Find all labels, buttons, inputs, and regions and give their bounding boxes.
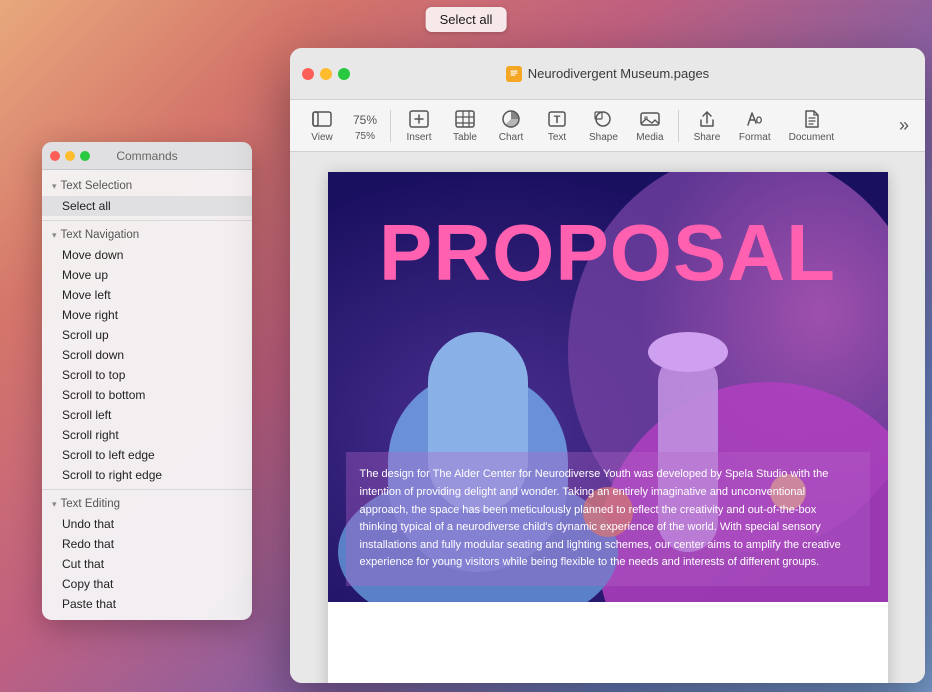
view-icon	[311, 108, 333, 130]
toolbar-zoom[interactable]: 75% 75%	[346, 105, 384, 146]
divider	[42, 489, 252, 490]
share-label: Share	[694, 132, 721, 143]
section-text-navigation[interactable]: ▾ Text Navigation	[42, 225, 252, 245]
document-label: Document	[789, 132, 835, 143]
toolbar-shape[interactable]: Shape	[581, 104, 626, 147]
cmd-copy-that[interactable]: Copy that	[42, 574, 252, 594]
section-label: Text Navigation	[61, 229, 140, 241]
text-icon: T	[546, 108, 568, 130]
toolbar-format[interactable]: Format	[731, 104, 779, 147]
zoom-label: 75%	[355, 131, 375, 142]
cmd-maximize-button[interactable]	[80, 151, 90, 161]
cmd-scroll-left[interactable]: Scroll left	[42, 405, 252, 425]
format-icon	[744, 108, 766, 130]
cmd-scroll-to-bottom[interactable]: Scroll to bottom	[42, 385, 252, 405]
shape-label: Shape	[589, 132, 618, 143]
toolbar-media[interactable]: Media	[628, 104, 672, 147]
close-button[interactable]	[302, 68, 314, 80]
cmd-scroll-to-top[interactable]: Scroll to top	[42, 365, 252, 385]
window-titlebar: Neurodivergent Museum.pages	[290, 48, 925, 100]
proposal-heading: PROPOSAL	[328, 207, 888, 299]
table-label: Table	[453, 132, 477, 143]
commands-window-controls	[50, 151, 90, 161]
toolbar-insert[interactable]: Insert	[397, 104, 441, 147]
view-label: View	[311, 132, 333, 143]
section-label: Text Selection	[61, 180, 133, 192]
chevron-down-icon: ▾	[52, 499, 57, 510]
toolbar-share[interactable]: Share	[685, 104, 729, 147]
toolbar-text[interactable]: T Text	[535, 104, 579, 147]
cmd-scroll-right[interactable]: Scroll right	[42, 425, 252, 445]
cmd-paste-that[interactable]: Paste that	[42, 594, 252, 614]
svg-text:T: T	[554, 114, 561, 126]
cmd-move-right[interactable]: Move right	[42, 305, 252, 325]
cmd-scroll-up[interactable]: Scroll up	[42, 325, 252, 345]
commands-body: ▾ Text Selection Select all ▾ Text Navig…	[42, 170, 252, 620]
cmd-undo-that[interactable]: Undo that	[42, 514, 252, 534]
chevron-down-icon: ▾	[52, 181, 57, 192]
document-title: Neurodivergent Museum.pages	[528, 66, 709, 81]
chart-icon	[500, 108, 522, 130]
cmd-move-left[interactable]: Move left	[42, 285, 252, 305]
commands-title: Commands	[116, 149, 177, 163]
section-text-editing[interactable]: ▾ Text Editing	[42, 494, 252, 514]
maximize-button[interactable]	[338, 68, 350, 80]
toolbar-view[interactable]: View	[300, 104, 344, 147]
zoom-icon: 75%	[354, 109, 376, 131]
select-all-button[interactable]: Select all	[426, 7, 507, 32]
window-controls	[302, 68, 350, 80]
insert-label: Insert	[406, 132, 431, 143]
cmd-close-button[interactable]	[50, 151, 60, 161]
toolbar-table[interactable]: Table	[443, 104, 487, 147]
body-text: The design for The Alder Center for Neur…	[360, 468, 841, 568]
toolbar-more[interactable]: »	[893, 111, 915, 140]
toolbar-divider	[390, 110, 391, 142]
cmd-select-all[interactable]: Select all	[42, 196, 252, 216]
chart-label: Chart	[499, 132, 523, 143]
toolbar-chart[interactable]: Chart	[489, 104, 533, 147]
section-text-selection[interactable]: ▾ Text Selection	[42, 176, 252, 196]
section-label: Text Editing	[61, 498, 120, 510]
pages-app-icon	[506, 66, 522, 82]
insert-icon	[408, 108, 430, 130]
doc-hero: PROPOSAL The design for The Alder Center…	[328, 172, 888, 602]
document-icon	[800, 108, 822, 130]
table-icon	[454, 108, 476, 130]
cmd-cut-that[interactable]: Cut that	[42, 554, 252, 574]
chevron-down-icon: ▾	[52, 230, 57, 241]
cmd-scroll-to-right-edge[interactable]: Scroll to right edge	[42, 465, 252, 485]
cmd-move-up[interactable]: Move up	[42, 265, 252, 285]
text-label: Text	[548, 132, 566, 143]
toolbar: View 75% 75% Insert	[290, 100, 925, 152]
window-title: Neurodivergent Museum.pages	[506, 66, 709, 82]
body-text-overlay: The design for The Alder Center for Neur…	[346, 452, 870, 586]
cmd-scroll-down[interactable]: Scroll down	[42, 345, 252, 365]
toolbar-divider-2	[678, 110, 679, 142]
shape-icon	[592, 108, 614, 130]
document-page: PROPOSAL The design for The Alder Center…	[328, 172, 888, 683]
cmd-minimize-button[interactable]	[65, 151, 75, 161]
format-label: Format	[739, 132, 771, 143]
media-icon	[639, 108, 661, 130]
cmd-redo-that[interactable]: Redo that	[42, 534, 252, 554]
share-icon	[696, 108, 718, 130]
minimize-button[interactable]	[320, 68, 332, 80]
zoom-value: 75%	[353, 113, 377, 127]
commands-panel: Commands ▾ Text Selection Select all ▾ T…	[42, 142, 252, 620]
divider	[42, 220, 252, 221]
cmd-scroll-to-left-edge[interactable]: Scroll to left edge	[42, 445, 252, 465]
toolbar-document[interactable]: Document	[781, 104, 843, 147]
media-label: Media	[636, 132, 663, 143]
pages-window: Neurodivergent Museum.pages View 75% 75%	[290, 48, 925, 683]
commands-titlebar: Commands	[42, 142, 252, 170]
cmd-move-down[interactable]: Move down	[42, 245, 252, 265]
canvas-area: PROPOSAL The design for The Alder Center…	[290, 152, 925, 683]
more-icon: »	[899, 115, 909, 135]
